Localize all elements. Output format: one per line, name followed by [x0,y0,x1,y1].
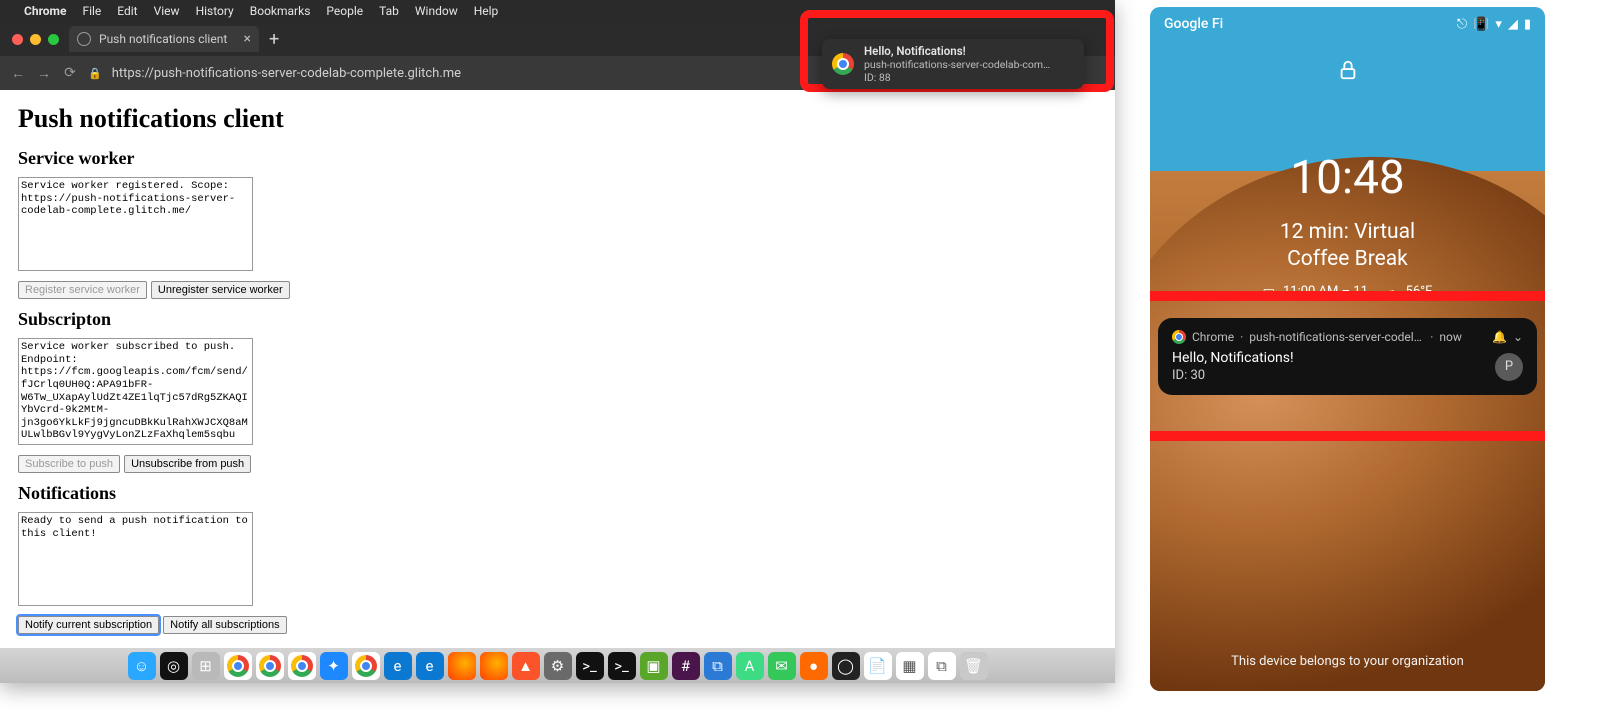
dock-settings[interactable]: ⚙ [544,652,572,680]
lockscreen-clock: 10:48 [1150,151,1545,205]
dock-trash[interactable]: 🗑 [960,652,988,680]
dock-android-studio[interactable]: A [736,652,764,680]
window-close-icon[interactable] [12,34,23,45]
android-lockscreen: Google Fi ⎋ 📳 ▾ ◢ ▮ 10:48 12 min: Virtua… [1150,7,1545,691]
nav-forward-icon[interactable]: → [36,65,52,82]
window-minimize-icon[interactable] [30,34,41,45]
new-tab-button[interactable]: + [259,29,289,50]
dock-launchpad[interactable]: ⊞ [192,652,220,680]
dock-chrome-3[interactable] [288,652,316,680]
chrome-icon [1172,330,1186,344]
dock-screenshot[interactable]: ⧉ [928,652,956,680]
android-notification-card[interactable]: Chrome · push-notifications-server-codel… [1158,318,1537,395]
signal-icon: ◢ [1508,17,1518,32]
wifi-icon: ▾ [1495,17,1502,32]
cast-icon: ⎋ [1457,17,1467,32]
status-icons: ⎋ 📳 ▾ ◢ ▮ [1457,17,1531,32]
dock-siri[interactable]: ◎ [160,652,188,680]
section-heading-notifications: Notifications [18,483,1097,504]
tab-title: Push notifications client [99,32,227,46]
notif-avatar: P [1495,353,1523,381]
menu-edit[interactable]: Edit [117,4,137,18]
notif-age: now [1439,330,1462,344]
event-line-2: Coffee Break [1287,247,1408,271]
toast-id: ID: 88 [864,71,1054,84]
dock-chrome-2[interactable] [256,652,284,680]
dock-chrome-4[interactable] [352,652,380,680]
bell-icon[interactable]: 🔔 [1492,330,1507,344]
nav-back-icon[interactable]: ← [10,65,26,82]
notif-app: Chrome [1192,330,1234,344]
menu-help[interactable]: Help [474,4,499,18]
dock-safari[interactable]: ✦ [320,652,348,680]
tab-close-icon[interactable]: × [244,31,251,47]
dock-vscode[interactable]: ⧉ [704,652,732,680]
mac-chrome-window: Chrome File Edit View History Bookmarks … [0,0,1115,683]
menu-chrome[interactable]: Chrome [24,4,66,18]
menu-tab[interactable]: Tab [379,4,399,18]
carrier-label: Google Fi [1164,16,1223,32]
window-zoom-icon[interactable] [48,34,59,45]
dock-edge-1[interactable]: e [384,652,412,680]
dock-calendar[interactable]: ▦ [896,652,924,680]
dock-firefox-2[interactable] [480,652,508,680]
subscription-status[interactable] [18,338,253,445]
menu-window[interactable]: Window [415,4,458,18]
subscribe-button: Subscribe to push [18,455,120,473]
mac-dock: ☺◎⊞✦ee▲⚙>_>_▣#⧉A✉●◯📄▦⧉🗑 [0,648,1115,683]
notifications-status[interactable] [18,512,253,606]
notify-all-button[interactable]: Notify all subscriptions [163,616,286,634]
favicon-globe-icon [77,32,91,46]
window-controls [6,34,69,45]
dock-terminal-1[interactable]: >_ [576,652,604,680]
unsubscribe-button[interactable]: Unsubscribe from push [124,455,251,473]
lock-icon[interactable] [1150,59,1545,87]
register-sw-button: Register service worker [18,281,147,299]
section-heading-subscription: Subscripton [18,309,1097,330]
page-body: Push notifications client Service worker… [0,90,1115,648]
lock-icon[interactable]: 🔒 [88,67,102,80]
mac-notification-toast[interactable]: Hello, Notifications! push-notifications… [822,39,1084,89]
lockscreen-event: 12 min: Virtual Coffee Break [1150,219,1545,274]
unregister-sw-button[interactable]: Unregister service worker [151,281,290,299]
chrome-icon [832,53,854,75]
dock-aperture[interactable]: ◯ [832,652,860,680]
lockscreen-footer: This device belongs to your organization [1150,654,1545,669]
browser-tab[interactable]: Push notifications client × [69,26,259,52]
menu-history[interactable]: History [196,4,234,18]
notif-id: ID: 30 [1172,368,1294,383]
notif-source: push-notifications-server-codelab-co… [1249,330,1424,344]
notif-title: Hello, Notifications! [1172,350,1294,366]
notify-current-button[interactable]: Notify current subscription [18,616,159,634]
dock-chrome-1[interactable] [224,652,252,680]
section-heading-service-worker: Service worker [18,148,1097,169]
dock-brave[interactable]: ▲ [512,652,540,680]
dock-slack[interactable]: # [672,652,700,680]
event-line-1: 12 min: Virtual [1280,220,1415,244]
service-worker-status[interactable] [18,177,253,271]
dock-unknown-orange[interactable]: ● [800,652,828,680]
dock-terminal-2[interactable]: >_ [608,652,636,680]
dock-firefox-1[interactable] [448,652,476,680]
android-statusbar: Google Fi ⎋ 📳 ▾ ◢ ▮ [1150,7,1545,41]
dock-messages[interactable]: ✉ [768,652,796,680]
dock-edge-2[interactable]: e [416,652,444,680]
menu-file[interactable]: File [82,4,101,18]
menu-people[interactable]: People [326,4,363,18]
toast-source: push-notifications-server-codelab-comple… [864,58,1054,71]
dock-finder[interactable]: ☺ [128,652,156,680]
vibrate-icon: 📳 [1473,17,1489,32]
page-title: Push notifications client [18,104,1097,134]
expand-icon[interactable]: ⌄ [1513,330,1523,344]
toast-title: Hello, Notifications! [864,44,1054,58]
menu-view[interactable]: View [154,4,180,18]
battery-icon: ▮ [1524,17,1531,32]
menu-bookmarks[interactable]: Bookmarks [250,4,311,18]
dock-notes[interactable]: 📄 [864,652,892,680]
nav-reload-icon[interactable]: ⟳ [62,65,78,81]
dock-camtasia[interactable]: ▣ [640,652,668,680]
